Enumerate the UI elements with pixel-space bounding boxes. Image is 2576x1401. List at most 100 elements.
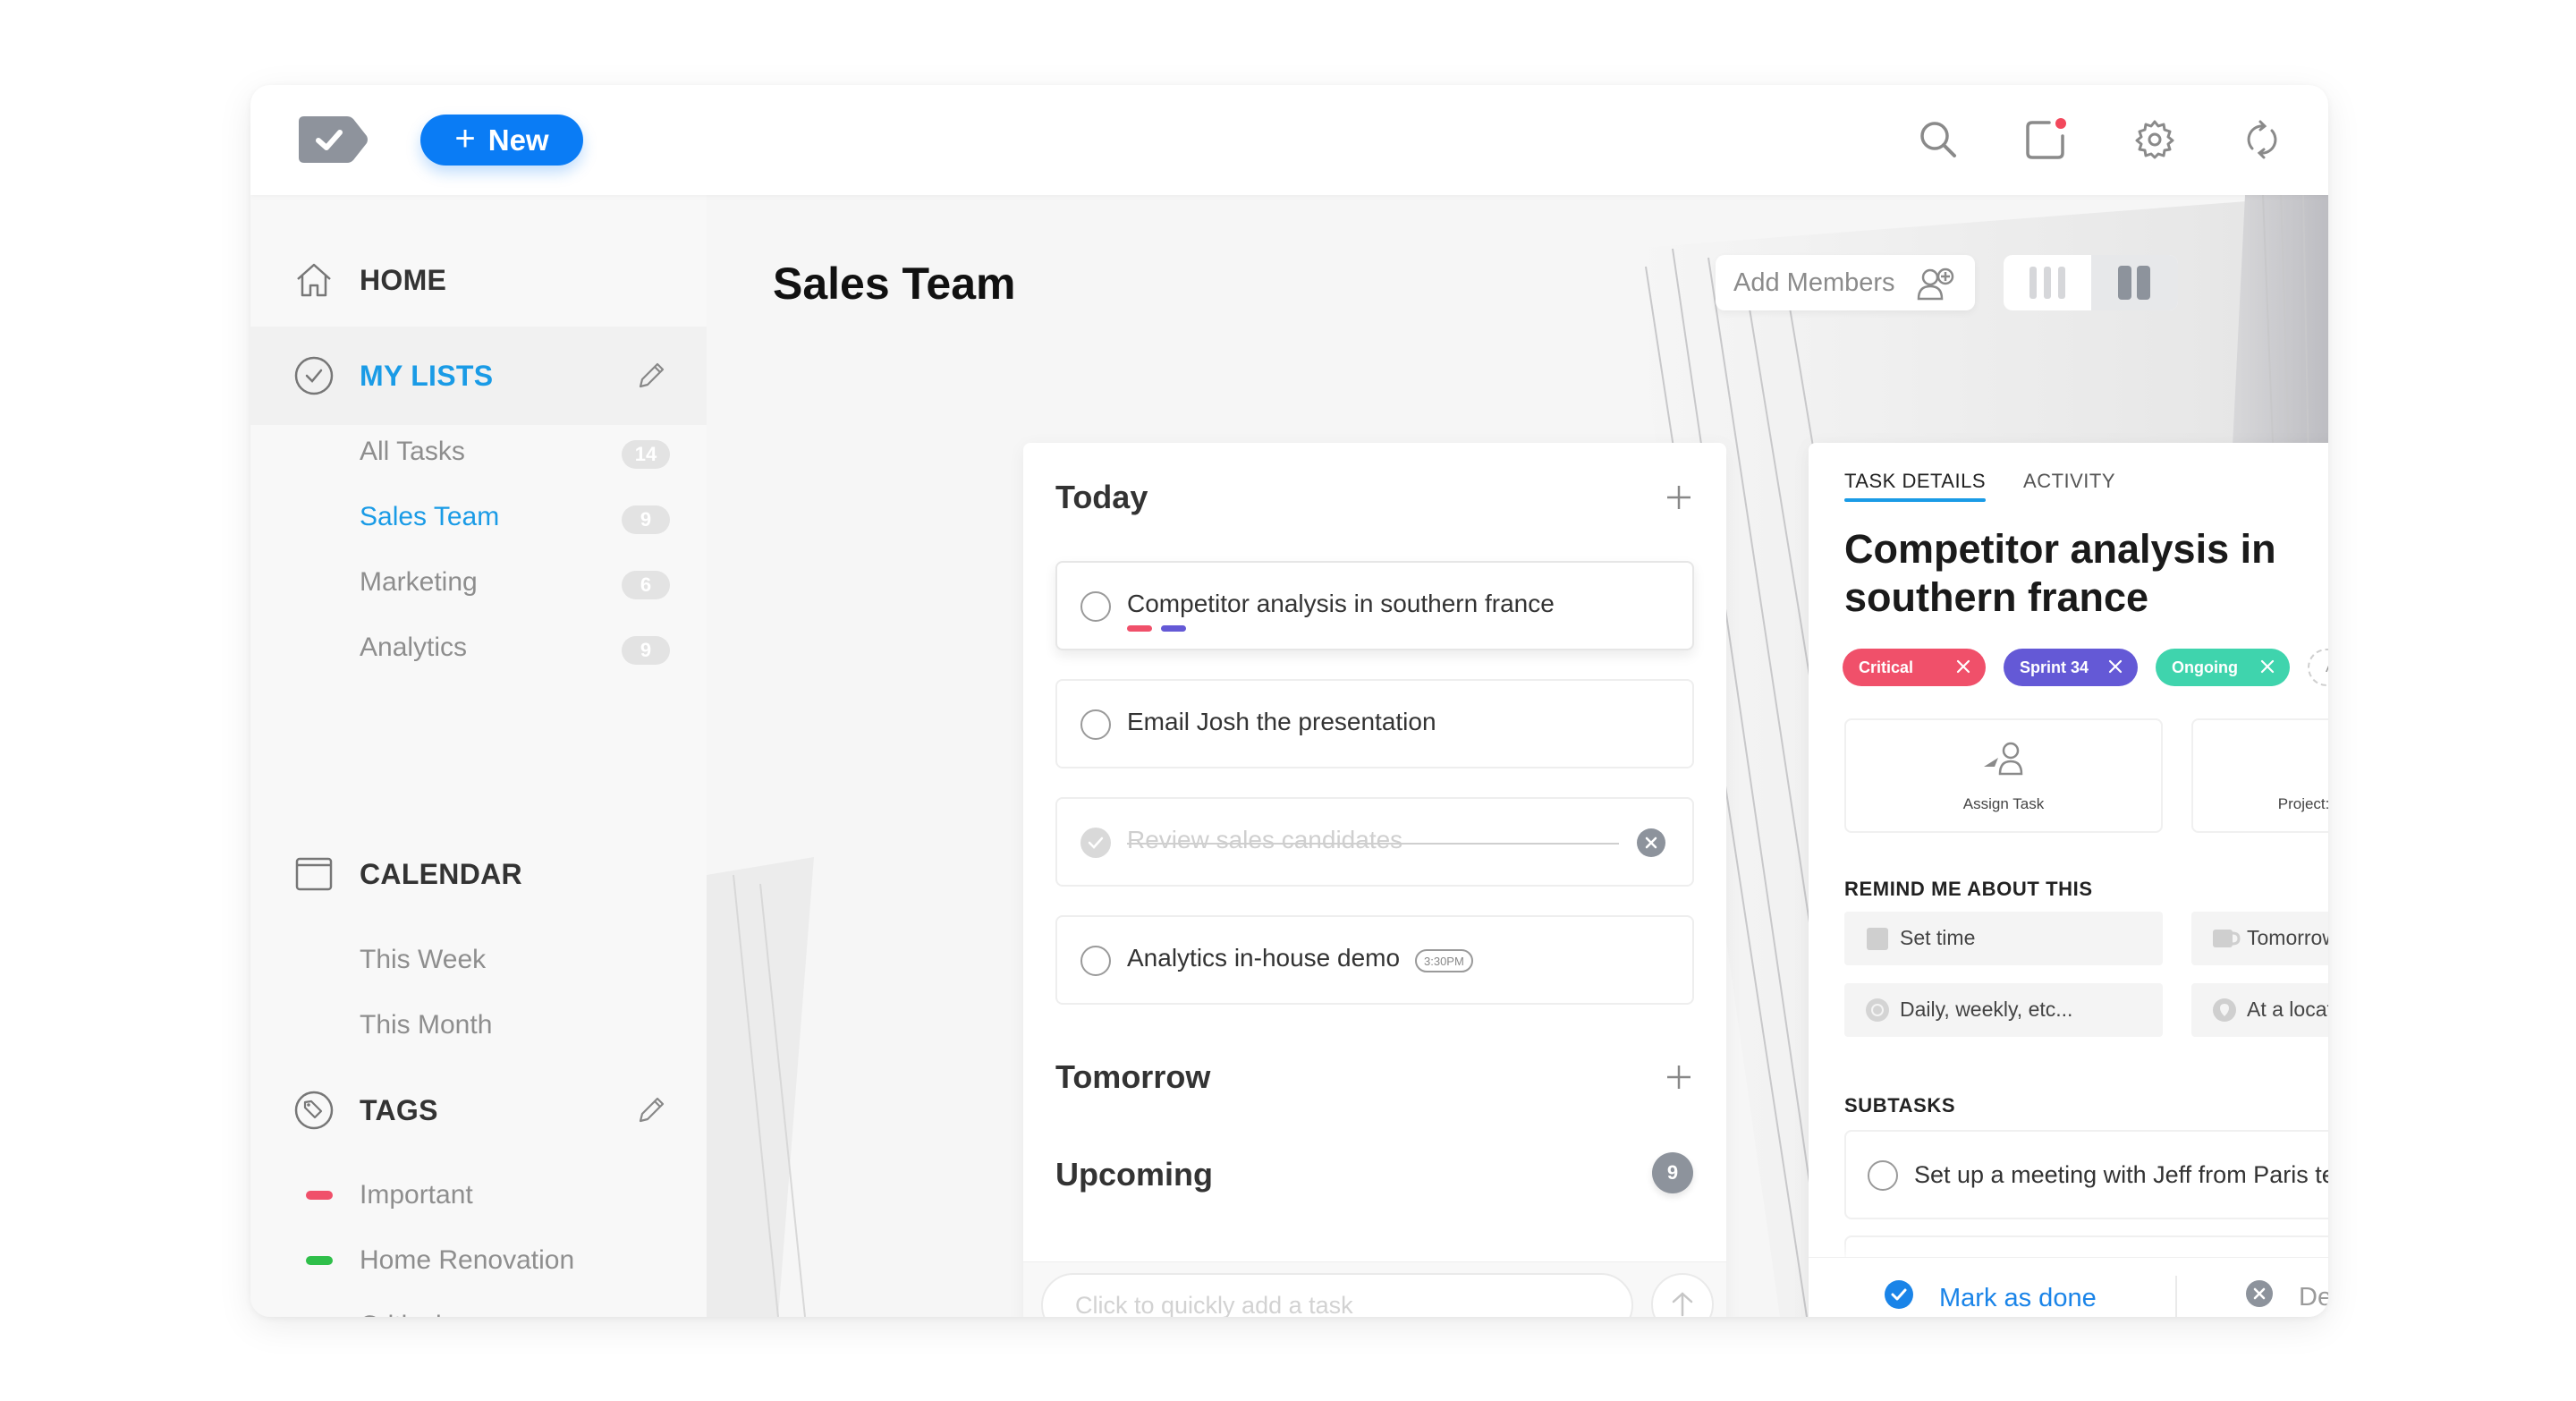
calendar-filled-icon <box>1864 925 1891 952</box>
calendar-this-week[interactable]: This Week <box>360 945 486 975</box>
sidebar-item-calendar[interactable]: CALENDAR <box>250 852 707 896</box>
assign-task-button[interactable]: Assign Task <box>1844 718 2163 833</box>
group-heading-upcoming[interactable]: Upcoming <box>1055 1156 1213 1193</box>
task-checkbox[interactable] <box>1080 591 1111 622</box>
new-button[interactable]: + New <box>420 115 583 166</box>
tag-item-label[interactable]: Critical <box>360 1311 442 1317</box>
tab-activity[interactable]: ACTIVITY <box>2023 470 2115 502</box>
view-toggle <box>2004 255 2178 310</box>
tags-label: TAGS <box>360 1093 438 1126</box>
subtask-item[interactable]: Set up a meeting with Jeff from Paris te… <box>1844 1130 2328 1219</box>
three-column-view-button[interactable] <box>2004 255 2091 310</box>
delete-task-label: Delete Task <box>2299 1282 2328 1312</box>
strikethrough-line <box>1127 843 1619 845</box>
app-logo-icon[interactable] <box>299 116 369 163</box>
subtask-checkbox[interactable] <box>1868 1160 1898 1191</box>
details-tabs: TASK DETAILS ACTIVITY <box>1844 470 2115 502</box>
list-item-label[interactable]: Sales Team <box>360 502 499 532</box>
assign-task-label: Assign Task <box>1962 795 2045 812</box>
add-tomorrow-task-plus-icon[interactable] <box>1664 1062 1694 1092</box>
remind-heading: REMIND ME ABOUT THIS <box>1844 878 2093 900</box>
tag-chip-critical[interactable]: Critical <box>1843 649 1986 686</box>
calendar-label: CALENDAR <box>360 857 522 890</box>
notification-dot <box>2055 118 2066 129</box>
task-checkbox-checked[interactable] <box>1080 828 1111 858</box>
quick-add-task-input[interactable] <box>1041 1273 1633 1317</box>
quick-add-bar <box>1023 1261 1726 1317</box>
remove-tag-icon[interactable] <box>2106 657 2125 676</box>
tag-chip-label: Ongoing <box>2172 658 2238 676</box>
edit-tags-pencil-icon[interactable] <box>635 1094 667 1126</box>
delete-task-button[interactable]: Delete Task <box>2245 1279 2328 1315</box>
tag-chip-sprint-34[interactable]: Sprint 34 <box>2004 649 2138 686</box>
submit-task-arrow-up-icon[interactable] <box>1651 1273 1714 1317</box>
home-icon <box>293 259 335 301</box>
task-title: Review sales candidates <box>1127 826 1403 853</box>
task-item[interactable]: Email Josh the presentation <box>1055 679 1694 768</box>
top-bar: + New <box>250 85 2328 195</box>
list-count-badge: 9 <box>622 636 670 665</box>
group-heading-today: Today <box>1055 479 1148 515</box>
sidebar-item-tags[interactable]: TAGS <box>250 1088 707 1133</box>
notification-icon[interactable] <box>2018 112 2073 167</box>
two-column-view-button[interactable] <box>2090 255 2178 310</box>
mark-as-done-label: Mark as done <box>1939 1283 2097 1312</box>
remove-tag-icon[interactable] <box>2258 657 2277 676</box>
task-item-selected[interactable]: Competitor analysis in southern france <box>1055 561 1694 650</box>
add-members-label: Add Members <box>1733 267 1895 297</box>
list-item-label[interactable]: Analytics <box>360 633 467 663</box>
calendar-this-month[interactable]: This Month <box>360 1010 492 1040</box>
tag-chips: Critical Sprint 34 Ongoing Add Tag <box>1843 649 2328 686</box>
add-today-task-plus-icon[interactable] <box>1664 482 1694 513</box>
reminder-set-time[interactable]: Set time <box>1844 912 2163 965</box>
my-lists-label: MY LISTS <box>360 359 494 392</box>
task-checkbox[interactable] <box>1080 946 1111 976</box>
location-pin-icon <box>2211 997 2238 1023</box>
edit-lists-pencil-icon[interactable] <box>635 360 667 392</box>
remove-tag-icon[interactable] <box>1953 657 1973 676</box>
tag-color-home-renovation <box>306 1256 333 1265</box>
delete-x-circle-icon <box>2245 1279 2274 1315</box>
reminder-label: Set time <box>1900 926 1976 949</box>
remove-task-icon[interactable] <box>1637 828 1665 857</box>
add-user-icon <box>1916 267 1955 305</box>
task-item-completed[interactable]: Review sales candidates <box>1055 797 1694 887</box>
tag-chip-ongoing[interactable]: Ongoing <box>2156 649 2290 686</box>
details-footer: Mark as done Delete Task <box>1809 1257 2328 1317</box>
sidebar-item-home[interactable]: HOME <box>250 258 707 302</box>
add-tag-button[interactable]: Add Tag <box>2308 649 2328 686</box>
tag-chip-label: Critical <box>1859 658 1914 676</box>
task-title: Competitor analysis in southern france <box>1127 590 1555 617</box>
subtasks-heading: SUBTASKS <box>1844 1094 1956 1117</box>
reminder-recurring[interactable]: Daily, weekly, etc... <box>1844 983 2163 1037</box>
add-members-button[interactable]: Add Members <box>1716 255 1975 310</box>
reminder-tomorrow[interactable]: Tomorrow, 9 AM <box>2191 912 2328 965</box>
tag-item-label[interactable]: Home Renovation <box>360 1245 574 1276</box>
footer-divider <box>2175 1276 2177 1317</box>
list-count-badge: 14 <box>622 440 670 469</box>
list-count-badge: 6 <box>622 571 670 599</box>
tab-task-details[interactable]: TASK DETAILS <box>1844 470 1987 502</box>
tag-indicator-sprint <box>1161 625 1186 632</box>
main-content: Sales Team Add Members Today Competitor … <box>707 195 2328 1317</box>
new-button-label: New <box>487 123 549 157</box>
task-time-badge: 3:30PM <box>1415 949 1473 972</box>
task-title: Analytics in-house demo <box>1127 944 1401 972</box>
mark-as-done-button[interactable]: Mark as done <box>1884 1279 2097 1317</box>
tag-indicator-critical <box>1127 625 1152 632</box>
tag-item-label[interactable]: Important <box>360 1180 473 1210</box>
sidebar-item-my-lists[interactable]: MY LISTS <box>250 353 707 398</box>
task-title: Email Josh the presentation <box>1127 708 1436 735</box>
reminder-location[interactable]: At a location <box>2191 983 2328 1037</box>
settings-icon[interactable] <box>2127 112 2182 167</box>
project-button[interactable]: Project: Development <box>2191 718 2328 833</box>
sync-icon[interactable] <box>2234 112 2290 167</box>
search-icon[interactable] <box>1911 112 1966 167</box>
sidebar: HOME MY LISTS All Tasks 14 Sales Team 9 … <box>250 195 707 1317</box>
list-item-label[interactable]: Marketing <box>360 567 478 598</box>
task-checkbox[interactable] <box>1080 709 1111 740</box>
reminder-label: Tomorrow, 9 AM <box>2247 926 2328 949</box>
list-item-label[interactable]: All Tasks <box>360 437 465 467</box>
task-details-title[interactable]: Competitor analysis in southern france <box>1844 525 2328 622</box>
task-item[interactable]: Analytics in-house demo 3:30PM <box>1055 915 1694 1005</box>
